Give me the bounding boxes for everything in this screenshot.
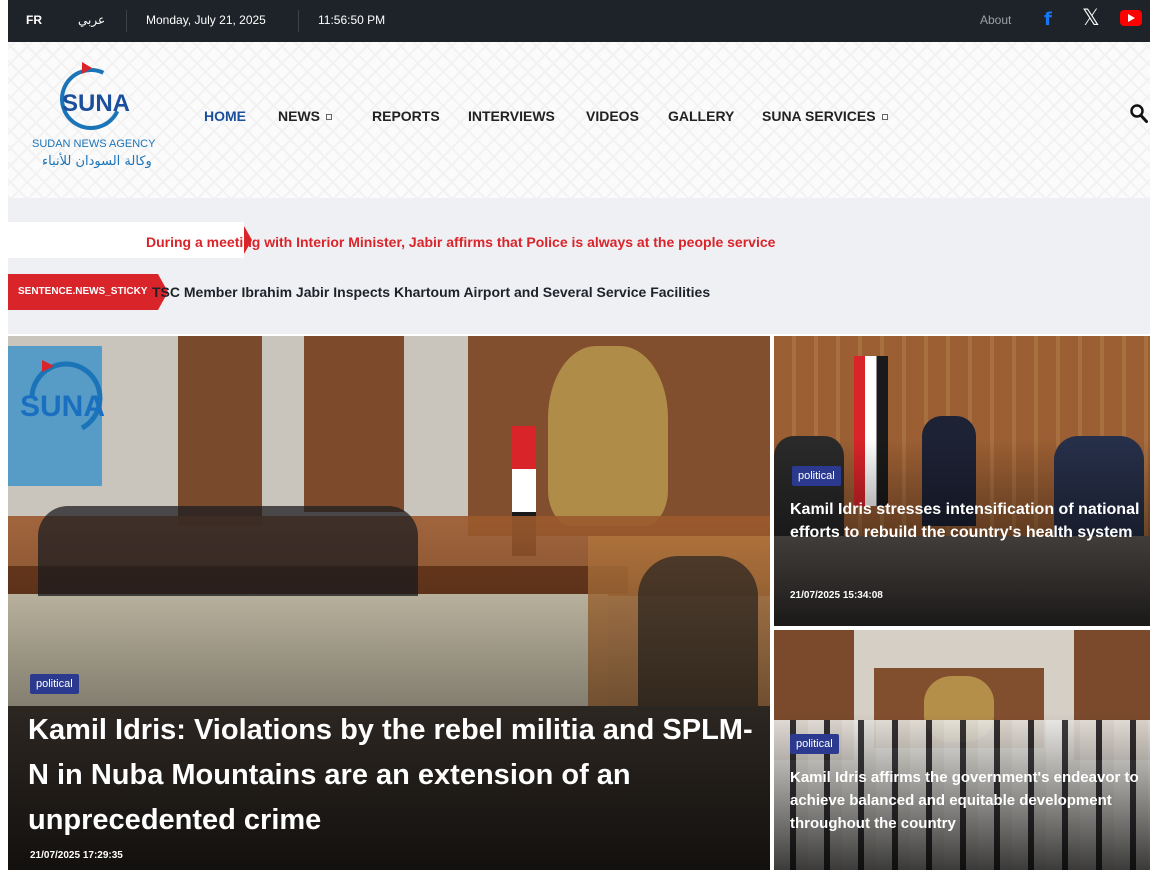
nav-news-label: NEWS (278, 108, 320, 124)
language-fr-link[interactable]: FR (26, 13, 42, 27)
youtube-icon[interactable] (1120, 10, 1142, 26)
ticker-headline-2[interactable]: TSC Member Ibrahim Jabir Inspects Kharto… (152, 284, 710, 300)
top-bar: FR عربي Monday, July 21, 2025 11:56:50 P… (8, 0, 1150, 42)
logo-english-name: SUDAN NEWS AGENCY (32, 138, 156, 150)
divider (298, 10, 299, 32)
logo-wordmark: SUNA (62, 90, 131, 117)
news-ticker-area: During a meeting with Interior Minister,… (8, 198, 1150, 334)
svg-text:SUNA: SUNA (20, 390, 105, 423)
nav-suna-services-label: SUNA SERVICES (762, 108, 876, 124)
current-time: 11:56:50 PM (318, 13, 386, 27)
ticker-headline-1[interactable]: During a meeting with Interior Minister,… (146, 234, 775, 250)
featured-side-card-2[interactable]: political Kamil Idris affirms the govern… (774, 630, 1150, 870)
x-icon[interactable]: 𝕏 (1082, 6, 1104, 32)
search-icon[interactable] (1130, 104, 1148, 124)
side-card-1-title[interactable]: Kamil Idris stresses intensification of … (790, 498, 1142, 544)
side-card-1-date: 21/07/2025 15:34:08 (790, 590, 883, 601)
facebook-icon[interactable]: f (1044, 10, 1056, 30)
category-badge[interactable]: political (790, 734, 839, 754)
featured-main-title[interactable]: Kamil Idris: Violations by the rebel mil… (28, 708, 768, 843)
language-ar-link[interactable]: عربي (78, 13, 105, 27)
featured-side-card-1[interactable]: political Kamil Idris stresses intensifi… (774, 336, 1150, 626)
current-date: Monday, July 21, 2025 (146, 13, 266, 27)
sticky-news-label: SENTENCE.NEWS_STICKY (8, 274, 158, 310)
divider (126, 10, 127, 32)
featured-main-date: 21/07/2025 17:29:35 (30, 850, 123, 861)
logo-arabic-name: وكالة السودان للأنباء (42, 154, 152, 169)
category-badge[interactable]: political (30, 674, 79, 694)
nav-gallery[interactable]: GALLERY (668, 108, 734, 124)
chevron-down-icon (881, 114, 888, 121)
nav-news[interactable]: NEWS (278, 108, 332, 124)
suna-logo[interactable]: SUNA SUDAN NEWS AGENCY وكالة السودان للأ… (28, 59, 188, 180)
nav-reports[interactable]: REPORTS (372, 108, 440, 124)
side-card-2-title[interactable]: Kamil Idris affirms the government's end… (790, 766, 1142, 835)
suna-watermark-logo: SUNA (20, 360, 105, 431)
featured-main-card[interactable]: SUNA political Kamil Idris: Violations b… (8, 336, 770, 870)
site-header: SUNA SUDAN NEWS AGENCY وكالة السودان للأ… (8, 42, 1150, 198)
nav-interviews[interactable]: INTERVIEWS (468, 108, 555, 124)
nav-suna-services[interactable]: SUNA SERVICES (762, 108, 888, 124)
category-badge[interactable]: political (792, 466, 841, 486)
logo-flag-icon (82, 62, 92, 74)
nav-videos[interactable]: VIDEOS (586, 108, 639, 124)
nav-home[interactable]: HOME (204, 108, 246, 124)
about-link[interactable]: About (980, 13, 1011, 27)
chevron-down-icon (326, 114, 332, 121)
